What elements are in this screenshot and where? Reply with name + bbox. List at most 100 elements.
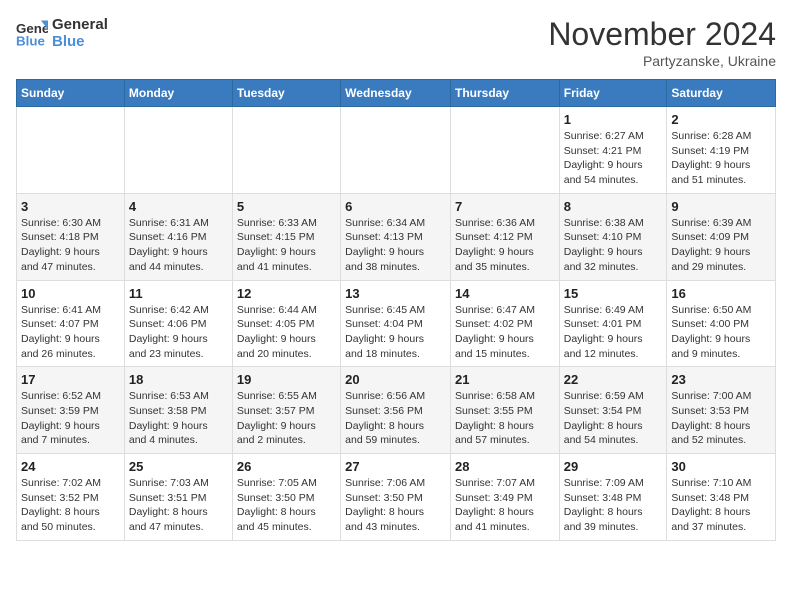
day-info: Sunrise: 6:30 AM Sunset: 4:18 PM Dayligh… (21, 216, 120, 275)
day-number: 4 (129, 199, 228, 214)
calendar-cell: 21 Sunrise: 6:58 AM Sunset: 3:55 PM Dayli… (450, 367, 559, 454)
column-header-friday: Friday (559, 80, 667, 107)
day-number: 19 (237, 372, 336, 387)
day-number: 1 (564, 112, 663, 127)
title-section: November 2024 Partyzanske, Ukraine (548, 16, 776, 69)
day-info: Sunrise: 6:55 AM Sunset: 3:57 PM Dayligh… (237, 389, 336, 448)
day-number: 14 (455, 286, 555, 301)
column-header-thursday: Thursday (450, 80, 559, 107)
day-info: Sunrise: 6:47 AM Sunset: 4:02 PM Dayligh… (455, 303, 555, 362)
day-info: Sunrise: 6:39 AM Sunset: 4:09 PM Dayligh… (671, 216, 771, 275)
day-number: 2 (671, 112, 771, 127)
calendar-week-row: 10 Sunrise: 6:41 AM Sunset: 4:07 PM Dayli… (17, 280, 776, 367)
column-header-sunday: Sunday (17, 80, 125, 107)
column-header-saturday: Saturday (667, 80, 776, 107)
calendar-cell: 14 Sunrise: 6:47 AM Sunset: 4:02 PM Dayli… (450, 280, 559, 367)
calendar-cell: 20 Sunrise: 6:56 AM Sunset: 3:56 PM Dayli… (341, 367, 451, 454)
calendar-cell: 24 Sunrise: 7:02 AM Sunset: 3:52 PM Dayli… (17, 454, 125, 541)
calendar-cell: 6 Sunrise: 6:34 AM Sunset: 4:13 PM Daylig… (341, 193, 451, 280)
calendar-cell (232, 107, 340, 194)
day-number: 6 (345, 199, 446, 214)
calendar-cell: 8Sunrise: 6:38 AM Sunset: 4:10 PM Daylig… (559, 193, 667, 280)
day-info: Sunrise: 6:31 AM Sunset: 4:16 PM Dayligh… (129, 216, 228, 275)
day-number: 24 (21, 459, 120, 474)
day-number: 17 (21, 372, 120, 387)
calendar-week-row: 3 Sunrise: 6:30 AM Sunset: 4:18 PM Daylig… (17, 193, 776, 280)
day-info: Sunrise: 6:33 AM Sunset: 4:15 PM Dayligh… (237, 216, 336, 275)
location-subtitle: Partyzanske, Ukraine (548, 53, 776, 69)
day-number: 27 (345, 459, 446, 474)
page-header: General Blue General Blue November 2024 … (16, 16, 776, 69)
calendar-cell: 18 Sunrise: 6:53 AM Sunset: 3:58 PM Dayli… (124, 367, 232, 454)
calendar-header-row: SundayMondayTuesdayWednesdayThursdayFrid… (17, 80, 776, 107)
day-number: 11 (129, 286, 228, 301)
day-number: 8 (564, 199, 663, 214)
day-number: 16 (671, 286, 771, 301)
day-info: Sunrise: 6:34 AM Sunset: 4:13 PM Dayligh… (345, 216, 446, 275)
day-number: 25 (129, 459, 228, 474)
calendar-cell: 23 Sunrise: 7:00 AM Sunset: 3:53 PM Dayli… (667, 367, 776, 454)
calendar-cell: 2 Sunrise: 6:28 AM Sunset: 4:19 PM Daylig… (667, 107, 776, 194)
calendar-cell: 25Sunrise: 7:03 AM Sunset: 3:51 PM Dayli… (124, 454, 232, 541)
logo-icon: General Blue (16, 17, 48, 49)
day-number: 13 (345, 286, 446, 301)
day-info: Sunrise: 6:52 AM Sunset: 3:59 PM Dayligh… (21, 389, 120, 448)
calendar-cell: 9 Sunrise: 6:39 AM Sunset: 4:09 PM Daylig… (667, 193, 776, 280)
calendar-cell: 27Sunrise: 7:06 AM Sunset: 3:50 PM Dayli… (341, 454, 451, 541)
calendar-cell: 13 Sunrise: 6:45 AM Sunset: 4:04 PM Dayli… (341, 280, 451, 367)
calendar-cell: 3 Sunrise: 6:30 AM Sunset: 4:18 PM Daylig… (17, 193, 125, 280)
calendar-table: SundayMondayTuesdayWednesdayThursdayFrid… (16, 79, 776, 541)
day-info: Sunrise: 7:00 AM Sunset: 3:53 PM Dayligh… (671, 389, 771, 448)
column-header-tuesday: Tuesday (232, 80, 340, 107)
day-info: Sunrise: 6:50 AM Sunset: 4:00 PM Dayligh… (671, 303, 771, 362)
day-info: Sunrise: 7:07 AM Sunset: 3:49 PM Dayligh… (455, 476, 555, 535)
calendar-cell: 29 Sunrise: 7:09 AM Sunset: 3:48 PM Dayli… (559, 454, 667, 541)
day-info: Sunrise: 6:59 AM Sunset: 3:54 PM Dayligh… (564, 389, 663, 448)
calendar-cell: 4 Sunrise: 6:31 AM Sunset: 4:16 PM Daylig… (124, 193, 232, 280)
day-info: Sunrise: 7:09 AM Sunset: 3:48 PM Dayligh… (564, 476, 663, 535)
day-info: Sunrise: 6:41 AM Sunset: 4:07 PM Dayligh… (21, 303, 120, 362)
day-number: 26 (237, 459, 336, 474)
day-number: 10 (21, 286, 120, 301)
day-number: 18 (129, 372, 228, 387)
day-number: 23 (671, 372, 771, 387)
calendar-cell: 17 Sunrise: 6:52 AM Sunset: 3:59 PM Dayli… (17, 367, 125, 454)
day-info: Sunrise: 6:53 AM Sunset: 3:58 PM Dayligh… (129, 389, 228, 448)
day-number: 20 (345, 372, 446, 387)
calendar-cell (17, 107, 125, 194)
month-title: November 2024 (548, 16, 776, 53)
day-info: Sunrise: 7:02 AM Sunset: 3:52 PM Dayligh… (21, 476, 120, 535)
day-info: Sunrise: 6:27 AM Sunset: 4:21 PM Dayligh… (564, 129, 663, 188)
calendar-cell: 26 Sunrise: 7:05 AM Sunset: 3:50 PM Dayli… (232, 454, 340, 541)
day-number: 7 (455, 199, 555, 214)
logo: General Blue General Blue (16, 16, 108, 50)
day-info: Sunrise: 6:58 AM Sunset: 3:55 PM Dayligh… (455, 389, 555, 448)
logo-text-general: General (52, 16, 108, 33)
day-info: Sunrise: 7:05 AM Sunset: 3:50 PM Dayligh… (237, 476, 336, 535)
day-number: 9 (671, 199, 771, 214)
day-info: Sunrise: 6:45 AM Sunset: 4:04 PM Dayligh… (345, 303, 446, 362)
day-number: 3 (21, 199, 120, 214)
calendar-cell: 12 Sunrise: 6:44 AM Sunset: 4:05 PM Dayli… (232, 280, 340, 367)
calendar-cell: 22Sunrise: 6:59 AM Sunset: 3:54 PM Dayli… (559, 367, 667, 454)
calendar-cell: 11Sunrise: 6:42 AM Sunset: 4:06 PM Dayli… (124, 280, 232, 367)
day-info: Sunrise: 6:28 AM Sunset: 4:19 PM Dayligh… (671, 129, 771, 188)
day-number: 5 (237, 199, 336, 214)
calendar-cell: 5 Sunrise: 6:33 AM Sunset: 4:15 PM Daylig… (232, 193, 340, 280)
day-number: 29 (564, 459, 663, 474)
calendar-cell: 7Sunrise: 6:36 AM Sunset: 4:12 PM Daylig… (450, 193, 559, 280)
logo-text-blue: Blue (52, 33, 108, 50)
calendar-cell: 10 Sunrise: 6:41 AM Sunset: 4:07 PM Dayli… (17, 280, 125, 367)
day-number: 28 (455, 459, 555, 474)
day-info: Sunrise: 6:56 AM Sunset: 3:56 PM Dayligh… (345, 389, 446, 448)
day-number: 12 (237, 286, 336, 301)
calendar-cell: 19 Sunrise: 6:55 AM Sunset: 3:57 PM Dayli… (232, 367, 340, 454)
column-header-monday: Monday (124, 80, 232, 107)
svg-text:Blue: Blue (16, 33, 45, 48)
day-number: 30 (671, 459, 771, 474)
day-number: 21 (455, 372, 555, 387)
calendar-cell (124, 107, 232, 194)
day-info: Sunrise: 7:10 AM Sunset: 3:48 PM Dayligh… (671, 476, 771, 535)
calendar-cell (450, 107, 559, 194)
day-info: Sunrise: 6:44 AM Sunset: 4:05 PM Dayligh… (237, 303, 336, 362)
